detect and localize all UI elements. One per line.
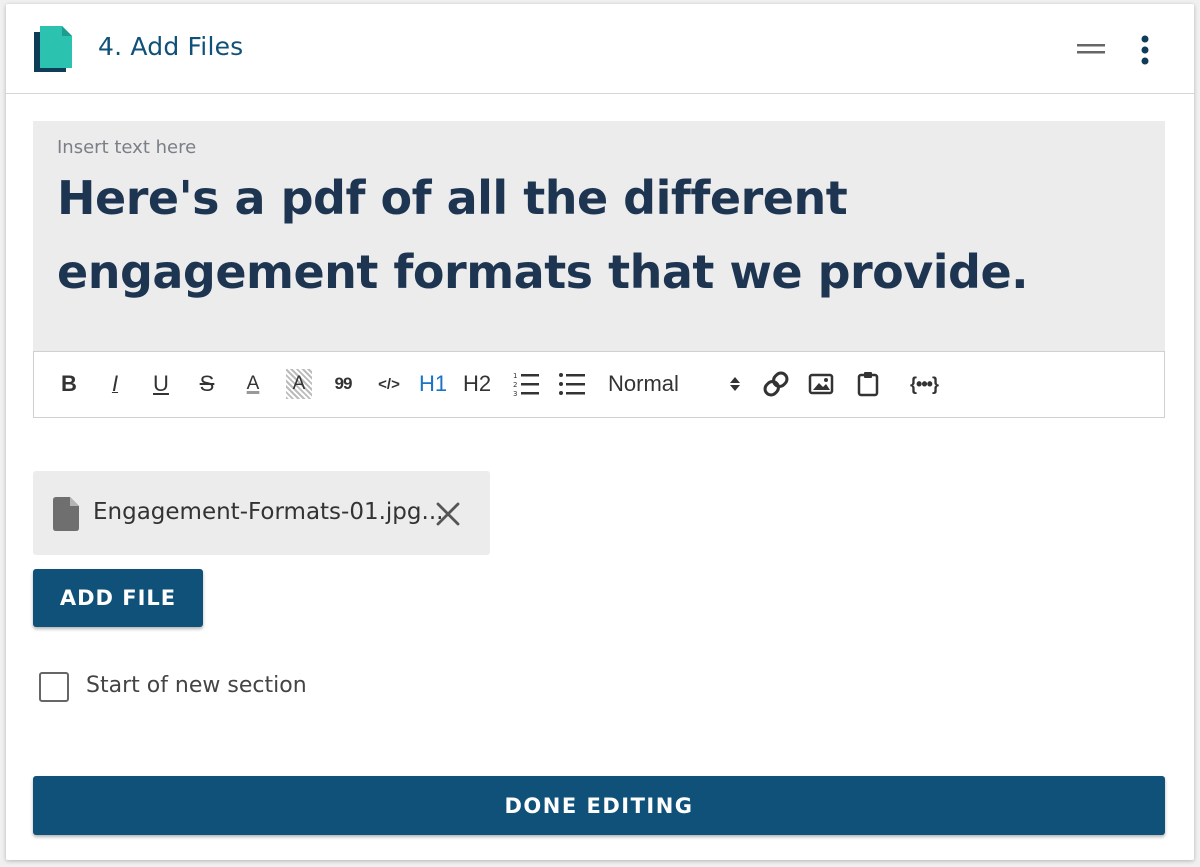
new-section-label: Start of new section [86,673,307,698]
editor-toolbar: B I U S A A 99 </> H1 H2 1 2 3 Normal {•… [33,351,1165,418]
block-header: 4. Add Files [6,4,1194,94]
content-block-card: 4. Add Files Insert text here Here's a p… [6,4,1194,860]
strikethrough-button[interactable]: S [194,369,220,399]
font-color-button[interactable]: A [240,369,266,399]
code-button[interactable]: </> [372,369,406,399]
editor-content[interactable]: Here's a pdf of all the different engage… [57,161,1147,309]
link-icon[interactable] [762,369,790,399]
new-section-checkbox[interactable] [39,672,69,702]
rich-text-editor[interactable]: Insert text here Here's a pdf of all the… [33,121,1165,351]
clipboard-icon[interactable] [856,369,880,399]
attached-file: Engagement-Formats-01.jpg... [33,471,490,555]
block-title: 4. Add Files [98,32,244,61]
add-file-button[interactable]: ADD FILE [33,569,203,627]
svg-text:1: 1 [513,372,517,380]
underline-button[interactable]: U [148,369,174,399]
file-name: Engagement-Formats-01.jpg... [93,499,444,525]
select-arrows-icon[interactable] [728,369,742,399]
italic-button[interactable]: I [102,369,128,399]
drag-handle-icon[interactable] [1076,42,1106,56]
highlight-button[interactable]: A [286,369,312,399]
bullet-list-icon[interactable] [558,369,586,399]
image-icon[interactable] [808,369,834,399]
quote-button[interactable]: 99 [330,369,356,399]
svg-text:2: 2 [513,381,517,389]
document-icon [34,26,72,72]
svg-text:3: 3 [513,390,517,398]
more-options-icon[interactable] [1136,34,1154,66]
bold-button[interactable]: B [56,369,82,399]
heading-2-button[interactable]: H2 [462,369,492,399]
editor-placeholder: Insert text here [57,137,197,158]
variables-button[interactable]: {•••} [896,369,952,399]
heading-1-button[interactable]: H1 [418,369,448,399]
file-icon [53,497,79,531]
block-type-select[interactable]: Normal [608,369,728,399]
close-icon[interactable] [435,501,461,527]
ordered-list-icon[interactable]: 1 2 3 [512,369,540,399]
done-editing-button[interactable]: DONE EDITING [33,776,1165,835]
